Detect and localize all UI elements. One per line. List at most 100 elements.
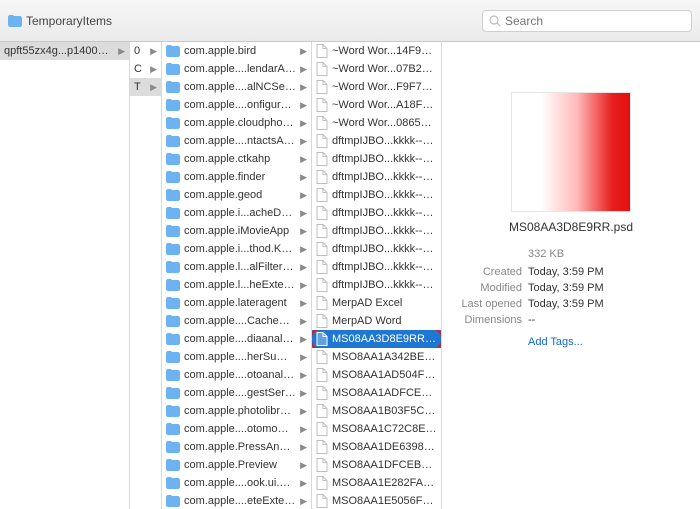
list-item[interactable]: dftmpIJBO...kkkk-------- [312,222,441,240]
list-item[interactable]: com.apple....onfiguration▶ [162,96,311,114]
column-0[interactable]: qpft55zx4g...p140000gp▶ [0,42,130,509]
item-label: com.apple.cloudphotosd [184,117,296,129]
list-item[interactable]: qpft55zx4g...p140000gp▶ [0,42,129,60]
list-item[interactable]: com.apple....ook.ui.helper▶ [162,474,311,492]
list-item[interactable]: ~Word Wor...07B20}.tmp [312,60,441,78]
list-item[interactable]: com.apple.Preview▶ [162,456,311,474]
list-item[interactable]: com.apple....otoanalysisd ▶ [162,366,311,384]
item-label: com.apple....diaanalysisd [184,333,296,345]
item-label: com.apple....ook.ui.helper [184,477,296,489]
column-1[interactable]: 0▶C▶T▶ [130,42,162,509]
preview-meta: 332 KB CreatedToday, 3:59 PMModifiedToda… [454,248,688,348]
item-label: com.apple.PressAndHold [184,441,296,453]
chevron-right-icon: ▶ [150,64,157,75]
chevron-right-icon: ▶ [118,46,125,57]
item-label: dftmpIJBO...kkkk-------- [332,171,437,183]
list-item[interactable]: C▶ [130,60,161,78]
list-item[interactable]: com.apple.cloudphotosd▶ [162,114,311,132]
list-item[interactable]: MSO8AA1B03F5C0.png [312,402,441,420]
list-item[interactable]: com.apple.i...thod.Kotoeri▶ [162,240,311,258]
list-item[interactable]: com.apple....ntactsAgent▶ [162,132,311,150]
list-item[interactable]: T▶ [130,78,161,96]
meta-value: -- [528,312,535,328]
list-item[interactable]: ~Word Wor...A18F2}.tmp [312,96,441,114]
list-item[interactable]: com.apple.i...acheDelete▶ [162,204,311,222]
list-item[interactable]: com.apple.l...heExtension▶ [162,276,311,294]
list-item[interactable]: com.apple.iMovieApp▶ [162,222,311,240]
list-item[interactable]: com.apple.finder▶ [162,168,311,186]
item-label: com.apple.photolibraryd [184,405,296,417]
chevron-right-icon: ▶ [300,370,307,381]
folder-icon [166,279,180,291]
list-item[interactable]: MSO8AA1E282FAD.png [312,474,441,492]
list-item[interactable]: dftmpIJBO...kkkk-------- [312,132,441,150]
list-item[interactable]: com.apple....CacheDelete▶ [162,312,311,330]
list-item[interactable]: dftmpIJBO...kkkk-------- [312,240,441,258]
item-label: com.apple.bird [184,45,256,57]
list-item[interactable]: com.apple....alNCService▶ [162,78,311,96]
list-item[interactable]: com.apple.photolibraryd▶ [162,402,311,420]
list-item[interactable]: MerpAD Word [312,312,441,330]
item-label: com.apple.l...alFiltersXPC [184,261,296,273]
file-icon [316,386,328,400]
item-label: dftmpIJBO...kkkk-------- [332,207,437,219]
list-item[interactable]: com.apple....eteExtension▶ [162,492,311,509]
list-item[interactable]: dftmpIJBO...kkkk-------- [312,204,441,222]
item-label: MSO8AA1E282FAD.png [332,477,437,489]
list-item[interactable]: com.apple.ctkahp▶ [162,150,311,168]
folder-icon [166,117,180,129]
meta-row: Last openedToday, 3:59 PM [454,296,688,312]
list-item[interactable]: ~Word Wor...0865E}.tmp [312,114,441,132]
list-item[interactable]: MSO8AA1DE63980.png [312,438,441,456]
list-item[interactable]: dftmpIJBO...kkkk-------- [312,186,441,204]
folder-icon [166,243,180,255]
item-label: MSO8AA1A342BE7.png [332,351,437,363]
list-item[interactable]: dftmpIJBO...kkkk-------- [312,258,441,276]
item-label: ~Word Wor...A18F2}.tmp [332,99,437,111]
list-item[interactable]: MSO8AA1E5056F4.png [312,492,441,509]
list-item[interactable]: ~Word Wor...14F90}.tmp [312,42,441,60]
chevron-right-icon: ▶ [300,262,307,273]
list-item[interactable]: com.apple.geod▶ [162,186,311,204]
list-item[interactable]: com.apple....lendarAgent▶ [162,60,311,78]
list-item[interactable]: MS08AA3D8E9RR.psd [312,330,441,348]
file-icon [316,494,328,508]
list-item[interactable]: com.apple....herSummary▶ [162,348,311,366]
list-item[interactable]: dftmpIJBO...kkkk-------- [312,276,441,294]
list-item[interactable]: com.apple....gestService▶ [162,384,311,402]
list-item[interactable]: com.apple.l...alFiltersXPC ▶ [162,258,311,276]
add-tags-link[interactable]: Add Tags... [528,336,688,348]
list-item[interactable]: com.apple....diaanalysisd▶ [162,330,311,348]
list-item[interactable]: 0▶ [130,42,161,60]
meta-row: CreatedToday, 3:59 PM [454,264,688,280]
folder-icon [166,135,180,147]
column-2[interactable]: com.apple.bird▶com.apple....lendarAgent▶… [162,42,312,509]
path-segment[interactable]: TemporaryItems [8,14,112,28]
list-item[interactable]: MSO8AA1ADFCE5E.png [312,384,441,402]
file-icon [316,44,328,58]
list-item[interactable]: dftmpIJBO...kkkk-------- [312,168,441,186]
column-3[interactable]: ~Word Wor...14F90}.tmp~Word Wor...07B20}… [312,42,442,509]
list-item[interactable]: ~Word Wor...F9F7F}.tmp [312,78,441,96]
list-item[interactable]: com.apple.lateragent▶ [162,294,311,312]
list-item[interactable]: MerpAD Excel [312,294,441,312]
item-label: ~Word Wor...0865E}.tmp [332,117,437,129]
file-icon [316,224,328,238]
item-label: com.apple.i...acheDelete [184,207,296,219]
folder-icon [166,315,180,327]
list-item[interactable]: MSO8AA1AD504F9.png [312,366,441,384]
search-field[interactable] [482,10,692,32]
list-item[interactable]: MSO8AA1DFCEB61.png [312,456,441,474]
item-label: com.apple....otoanalysisd [184,369,296,381]
file-icon [316,134,328,148]
folder-icon [166,369,180,381]
item-label: com.apple.geod [184,189,262,201]
list-item[interactable]: com.apple....otomoments▶ [162,420,311,438]
list-item[interactable]: MSO8AA1A342BE7.png [312,348,441,366]
list-item[interactable]: com.apple.PressAndHold▶ [162,438,311,456]
list-item[interactable]: MSO8AA1C72C8E7.png [312,420,441,438]
list-item[interactable]: com.apple.bird▶ [162,42,311,60]
list-item[interactable]: dftmpIJBO...kkkk-------- [312,150,441,168]
search-input[interactable] [505,14,685,28]
chevron-right-icon: ▶ [300,82,307,93]
